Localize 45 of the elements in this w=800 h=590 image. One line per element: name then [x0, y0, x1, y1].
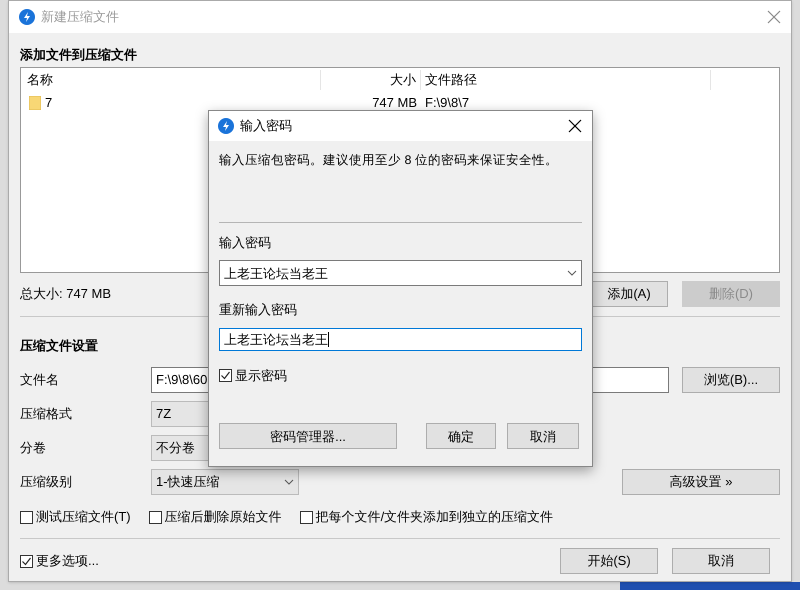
button[interactable]: 取消: [507, 423, 579, 450]
section-heading: 添加文件到压缩文件: [20, 46, 138, 63]
folder-icon: [29, 96, 41, 110]
password-input[interactable]: 上老王论坛当老王: [219, 328, 582, 351]
table-cell-text: 7: [45, 94, 52, 112]
table-cell-text: F:\9\8\7: [424, 94, 470, 112]
field-label: 压缩格式: [20, 405, 73, 424]
close-icon[interactable]: [568, 119, 582, 133]
total-size: 总大小: 747 MB: [20, 285, 112, 304]
checkbox-label: 更多选项...: [36, 552, 99, 570]
checkbox[interactable]: [148, 510, 162, 524]
button[interactable]: 密码管理器...: [219, 423, 397, 450]
chevron-down-icon: [284, 479, 294, 485]
field-label: 输入密码: [219, 234, 272, 252]
column-header: 名称: [21, 70, 321, 90]
dialog-title: 输入密码: [240, 117, 293, 136]
checkbox-label: 把每个文件/文件夹添加到独立的压缩文件: [316, 508, 554, 526]
button[interactable]: 取消: [672, 548, 770, 574]
dropdown[interactable]: 1-快速压缩: [151, 469, 299, 495]
window-title: 新建压缩文件: [41, 8, 120, 26]
field-label: 压缩级别: [20, 473, 73, 492]
checkbox[interactable]: [219, 369, 232, 382]
app-logo-icon: [19, 9, 35, 25]
checkbox[interactable]: [300, 510, 313, 524]
field-label: 重新输入密码: [219, 301, 298, 320]
section-heading: 压缩文件设置: [20, 337, 98, 354]
table-cell-text: 747 MB: [371, 94, 418, 112]
checkbox[interactable]: [20, 554, 33, 568]
button[interactable]: 开始(S): [560, 548, 658, 574]
column-header: 文件路径: [421, 70, 711, 90]
field-label: 分卷: [20, 439, 47, 458]
password-combobox[interactable]: 上老王论坛当老王: [219, 260, 582, 286]
button[interactable]: 添加(A): [590, 281, 668, 307]
checkbox-label: 显示密码: [235, 366, 287, 385]
button[interactable]: 浏览(B)...: [682, 367, 780, 393]
checkbox[interactable]: [20, 510, 33, 524]
checkbox-label: 压缩后删除原始文件: [164, 508, 282, 526]
app-logo-icon: [218, 118, 234, 134]
button[interactable]: 确定: [426, 423, 496, 450]
column-header: 大小: [321, 70, 421, 90]
field-label: 文件名: [20, 371, 60, 390]
checkbox-label: 测试压缩文件(T): [36, 508, 131, 526]
chevron-down-icon: [567, 270, 577, 276]
description: 输入压缩包密码。建议使用至少 8 位的密码来保证安全性。: [219, 152, 559, 169]
button[interactable]: 高级设置 »: [622, 469, 780, 495]
